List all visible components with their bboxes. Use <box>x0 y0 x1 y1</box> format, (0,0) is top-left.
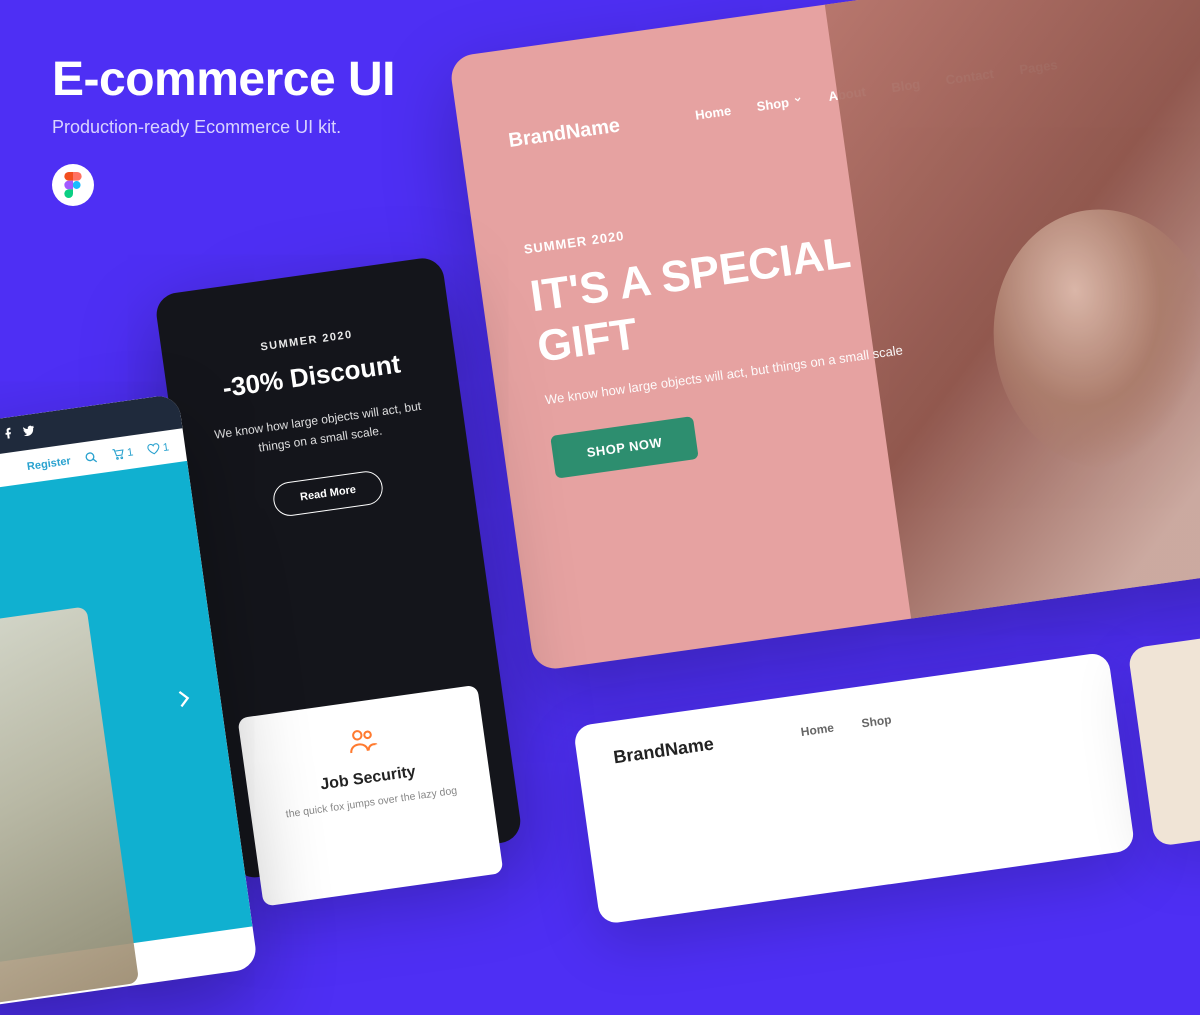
nav-shop[interactable]: Shop <box>756 93 804 114</box>
page-subtitle: Production-ready Ecommerce UI kit. <box>52 117 395 138</box>
bottom-card-b <box>1127 607 1200 847</box>
teal-photo <box>0 606 139 1009</box>
bottom-nav-home[interactable]: Home <box>800 720 835 739</box>
hero-brand[interactable]: BrandName <box>507 115 621 153</box>
bottom-card-a: BrandName Home Shop <box>573 652 1136 925</box>
nav-shop-label: Shop <box>756 95 790 114</box>
figma-icon <box>52 164 94 206</box>
shop-now-button[interactable]: SHOP NOW <box>550 416 699 479</box>
chevron-right-icon[interactable] <box>159 675 206 722</box>
nav-home[interactable]: Home <box>694 103 732 123</box>
twitter-icon[interactable] <box>22 424 38 441</box>
promo-feature-card: Job Security the quick fox jumps over th… <box>237 685 503 907</box>
facebook-icon[interactable] <box>2 427 16 444</box>
hero-photo <box>822 0 1200 638</box>
read-more-button[interactable]: Read More <box>271 469 385 518</box>
heart-icon[interactable]: 1 <box>146 440 170 456</box>
bottom-brand[interactable]: BrandName <box>612 733 715 768</box>
register-link[interactable]: Register <box>26 455 71 473</box>
bottom-nav-shop[interactable]: Shop <box>861 712 893 730</box>
cart-count: 1 <box>126 446 134 459</box>
search-icon[interactable] <box>84 450 99 465</box>
hero-card: Login / Register BrandName Home Shop Abo… <box>449 0 1200 672</box>
like-count: 1 <box>162 441 170 454</box>
chevron-down-icon <box>792 92 804 108</box>
promo-subtext: We know how large objects will act, but … <box>203 395 436 465</box>
page-title: E-commerce UI <box>52 52 395 107</box>
cart-icon[interactable]: 1 <box>110 445 134 461</box>
